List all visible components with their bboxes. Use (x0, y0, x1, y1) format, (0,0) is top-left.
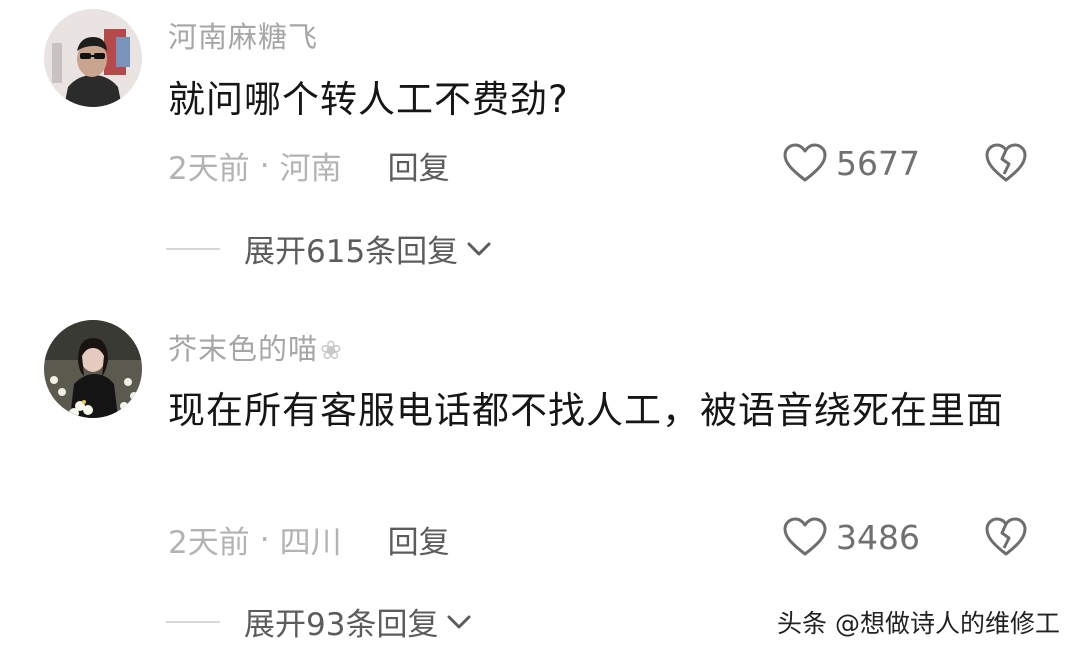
chevron-down-icon (446, 612, 472, 632)
comment-text: 就问哪个转人工不费劲? (168, 78, 569, 121)
avatar[interactable] (44, 320, 142, 418)
username-text: 芥末色的喵 (168, 332, 319, 366)
comment-meta: 2天前 · 河南 回复 (168, 143, 450, 188)
watermark: 头条 @想做诗人的维修工 (777, 609, 1060, 638)
divider-line (166, 620, 220, 623)
meta-separator: · (259, 521, 270, 558)
like-count: 5677 (836, 143, 920, 183)
flower-badge-icon: ❀ (320, 336, 343, 366)
heart-outline-icon (782, 516, 828, 558)
comment-time: 2天前 (168, 525, 250, 561)
username[interactable]: 芥末色的喵❀ (168, 326, 343, 368)
like-count: 3486 (836, 517, 920, 557)
expand-replies[interactable]: 展开615条回复 (166, 226, 492, 271)
expand-replies-label: 展开615条回复 (244, 234, 459, 270)
expand-replies[interactable]: 展开93条回复 (166, 599, 472, 644)
reply-button[interactable]: 回复 (388, 143, 450, 188)
like-button[interactable]: 5677 (782, 142, 920, 184)
comment-list: 河南麻糖飞 就问哪个转人工不费劲? 2天前 · 河南 回复 5677 展开615… (0, 0, 1080, 657)
avatar-image (44, 320, 142, 418)
comment-time: 2天前 (168, 151, 250, 187)
meta-separator: · (259, 147, 270, 184)
broken-heart-icon (984, 142, 1028, 184)
avatar[interactable] (44, 9, 142, 107)
comment-text: 现在所有客服电话都不找人工，被语音绕死在里面 (168, 389, 1004, 432)
heart-outline-icon (782, 142, 828, 184)
broken-heart-icon (984, 516, 1028, 558)
reply-button[interactable]: 回复 (388, 517, 450, 562)
dislike-button[interactable] (984, 516, 1028, 558)
comment-meta: 2天前 · 四川 回复 (168, 517, 450, 562)
username[interactable]: 河南麻糖飞 (168, 14, 318, 56)
comment-location: 四川 (279, 525, 342, 561)
comment-location: 河南 (279, 151, 342, 187)
avatar-image (44, 9, 142, 107)
divider-line (166, 247, 220, 250)
dislike-button[interactable] (984, 142, 1028, 184)
like-button[interactable]: 3486 (782, 516, 920, 558)
chevron-down-icon (466, 239, 492, 259)
expand-replies-label: 展开93条回复 (244, 607, 439, 643)
